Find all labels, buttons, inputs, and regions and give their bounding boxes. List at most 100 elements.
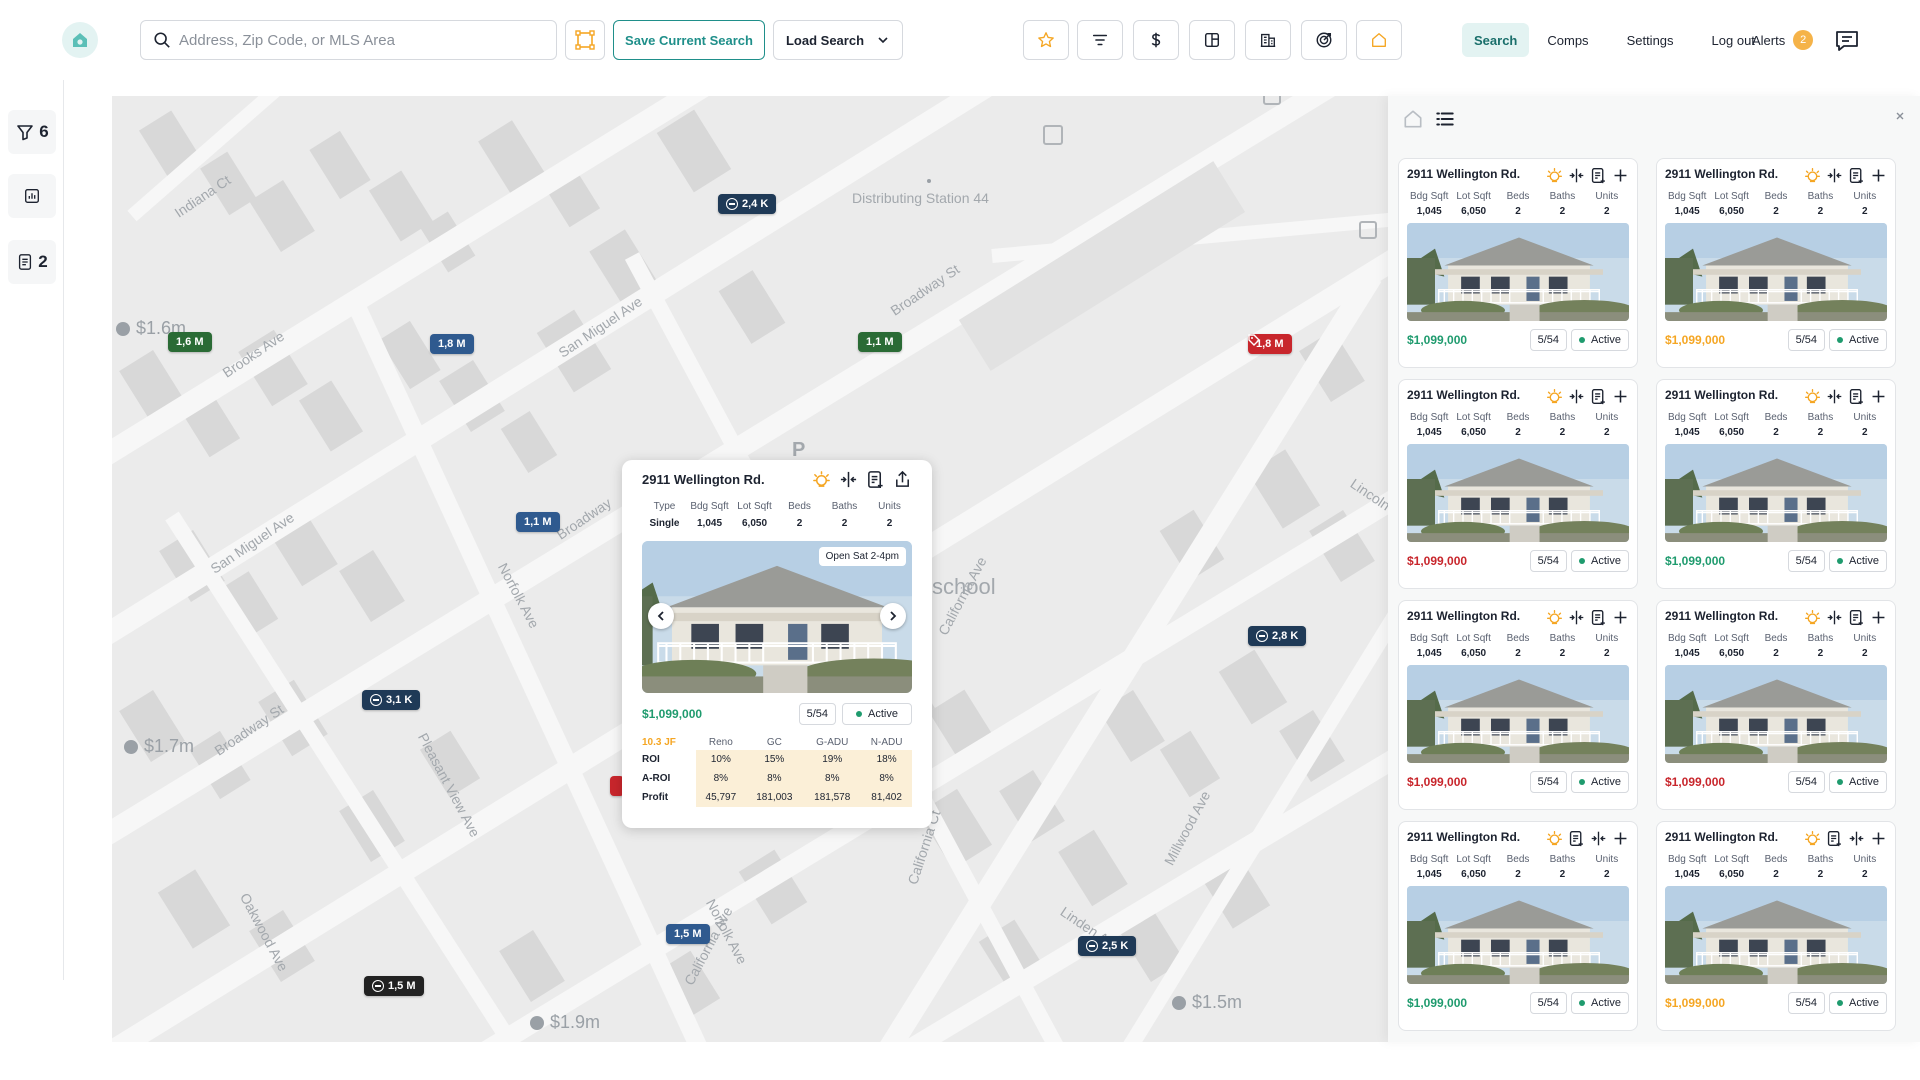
listing-card[interactable]: 2911 Wellington Rd. Bdg Sqft 1,045 Lot Sqf… [1398, 158, 1638, 368]
card-photo[interactable] [1665, 223, 1887, 321]
rail-filters-button[interactable]: 6 [8, 110, 56, 154]
map-price-pin[interactable]: 1,1 M [516, 512, 560, 532]
analysis-bulb-icon[interactable] [812, 470, 831, 489]
price-button[interactable] [1133, 20, 1179, 60]
favorites-button[interactable] [1023, 20, 1069, 60]
listing-card[interactable]: 2911 Wellington Rd. Bdg Sqft 1,045 Lot Sqf… [1656, 600, 1896, 810]
list-view-icon[interactable] [1434, 108, 1456, 130]
target-button[interactable] [1301, 20, 1347, 60]
nav-settings[interactable]: Settings [1615, 23, 1686, 57]
map-price-pin[interactable]: 2,5 K [1078, 936, 1137, 956]
compare-icon[interactable] [1568, 388, 1585, 405]
analysis-bulb-icon[interactable] [1804, 167, 1821, 184]
card-photo[interactable] [1665, 665, 1887, 763]
search-bar[interactable] [140, 20, 557, 60]
card-photo[interactable] [1407, 665, 1629, 763]
add-icon[interactable] [1612, 388, 1629, 405]
add-icon[interactable] [1612, 830, 1629, 847]
nav-comps[interactable]: Comps [1535, 23, 1600, 57]
listing-card[interactable]: 2911 Wellington Rd. Bdg Sqft 1,045 Lot Sqf… [1656, 821, 1896, 1031]
close-icon[interactable] [1894, 110, 1906, 122]
listing-card[interactable]: 2911 Wellington Rd. Bdg Sqft 1,045 Lot Sqf… [1398, 821, 1638, 1031]
chat-button[interactable] [1832, 26, 1862, 56]
rail-notes-button[interactable]: 2 [8, 240, 56, 284]
analysis-bulb-icon[interactable] [1546, 388, 1563, 405]
map-price-pin[interactable]: 1,1 M [858, 332, 902, 352]
nav-search[interactable]: Search [1462, 23, 1530, 57]
add-icon[interactable] [1612, 609, 1629, 626]
filter-button[interactable] [1077, 20, 1123, 60]
add-note-icon[interactable] [1848, 388, 1865, 405]
listing-card[interactable]: 2911 Wellington Rd. Bdg Sqft 1,045 Lot Sqf… [1656, 379, 1896, 589]
load-search-dropdown[interactable]: Load Search [773, 20, 903, 60]
add-icon[interactable] [1870, 388, 1887, 405]
listing-card[interactable]: 2911 Wellington Rd. Bdg Sqft 1,045 Lot Sqf… [1398, 379, 1638, 589]
compare-icon[interactable] [839, 470, 858, 489]
map-price-pin[interactable]: 1,8 M [430, 334, 474, 354]
ghost-price-marker[interactable]: $1.7m [124, 736, 194, 757]
save-search-button[interactable]: Save Current Search [613, 20, 765, 60]
card-photo[interactable] [1407, 444, 1629, 542]
analysis-bulb-icon[interactable] [1546, 167, 1563, 184]
photo-next-button[interactable] [880, 603, 906, 629]
search-input[interactable] [179, 31, 539, 49]
card-photo[interactable] [1407, 223, 1629, 321]
analysis-bulb-icon[interactable] [1804, 388, 1821, 405]
compare-icon[interactable] [1568, 167, 1585, 184]
map-price-pin[interactable]: 3,1 K [362, 690, 421, 710]
map-price-pin[interactable]: 2,8 K [1248, 626, 1307, 646]
card-photo[interactable] [1665, 444, 1887, 542]
listing-card[interactable]: 2911 Wellington Rd. Bdg Sqft 1,045 Lot Sqf… [1398, 600, 1638, 810]
compare-icon[interactable] [1568, 609, 1585, 626]
add-note-icon[interactable] [1590, 609, 1607, 626]
map-price-pin[interactable]: 1,6 M [168, 332, 212, 352]
status-dot [1579, 1000, 1586, 1006]
card-price: $1,099,000 [1407, 996, 1468, 1010]
add-icon[interactable] [1870, 609, 1887, 626]
add-note-icon[interactable] [1826, 830, 1843, 847]
analysis-bulb-icon[interactable] [1546, 830, 1563, 847]
add-note-icon[interactable] [1590, 167, 1607, 184]
add-note-icon[interactable] [1848, 609, 1865, 626]
add-note-icon[interactable] [1848, 167, 1865, 184]
add-icon[interactable] [1612, 167, 1629, 184]
grid-view-home-icon[interactable] [1402, 108, 1424, 130]
photo-count: 5/54 [1529, 992, 1568, 1014]
photo-prev-button[interactable] [648, 603, 674, 629]
rail-stats-button[interactable] [8, 174, 56, 218]
property-popup[interactable]: 2911 Wellington Rd. Type Single Bdg Sqft 1… [622, 460, 932, 828]
map-price-pin[interactable]: 1,8 M [1248, 334, 1292, 354]
compare-icon[interactable] [1826, 167, 1843, 184]
ghost-price-marker[interactable]: $1.9m [530, 1012, 600, 1033]
add-note-icon[interactable] [1590, 388, 1607, 405]
draw-area-button[interactable] [565, 20, 605, 60]
layout-button[interactable] [1189, 20, 1235, 60]
ghost-price-marker[interactable]: $1.5m [1172, 992, 1242, 1013]
analysis-bulb-icon[interactable] [1804, 609, 1821, 626]
compare-icon[interactable] [1848, 830, 1865, 847]
buildings-button[interactable] [1245, 20, 1291, 60]
compare-icon[interactable] [1826, 609, 1843, 626]
roi-row-label: A-ROI [642, 769, 697, 788]
analysis-bulb-icon[interactable] [1804, 830, 1821, 847]
card-photo[interactable] [1407, 886, 1629, 984]
listing-card[interactable]: 2911 Wellington Rd. Bdg Sqft 1,045 Lot Sqf… [1656, 158, 1896, 368]
analysis-bulb-icon[interactable] [1546, 609, 1563, 626]
map-price-pin[interactable]: 1,5 M [364, 976, 424, 996]
app-logo[interactable] [62, 22, 98, 58]
home-filter-button[interactable] [1356, 20, 1402, 60]
add-note-icon[interactable] [866, 470, 885, 489]
add-icon[interactable] [1870, 167, 1887, 184]
nav-alerts[interactable]: Alerts 2 [1752, 22, 1814, 58]
card-photo[interactable] [1665, 886, 1887, 984]
add-note-icon[interactable] [1568, 830, 1585, 847]
house-photo [1407, 444, 1629, 542]
compare-icon[interactable] [1590, 830, 1607, 847]
spec-label: Units [1853, 412, 1877, 423]
map-price-pin[interactable]: 2,4 K [718, 194, 777, 214]
popup-photo-carousel[interactable]: Open Sat 2-4pm [642, 541, 912, 693]
add-icon[interactable] [1870, 830, 1887, 847]
compare-icon[interactable] [1826, 388, 1843, 405]
map-price-pin[interactable]: 1,5 M [666, 924, 710, 944]
share-icon[interactable] [893, 470, 912, 489]
